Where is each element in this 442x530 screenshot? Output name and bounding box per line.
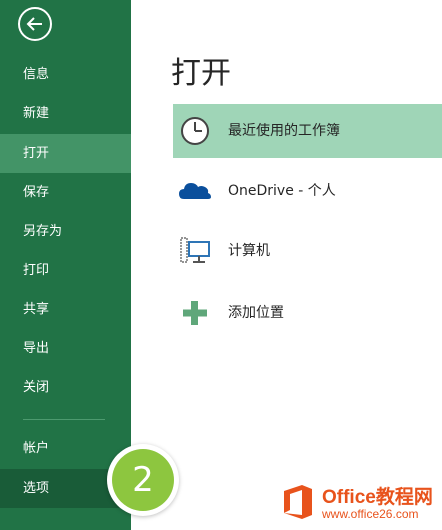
nav-item-open[interactable]: 打开 <box>0 134 131 173</box>
office-logo-icon <box>284 485 312 519</box>
option-computer[interactable]: 计算机 <box>173 224 442 278</box>
watermark: Office教程网 www.office26.com <box>276 478 442 528</box>
clock-icon <box>181 117 209 145</box>
nav-item-save-as[interactable]: 另存为 <box>0 212 131 251</box>
nav-item-print[interactable]: 打印 <box>0 251 131 290</box>
back-button[interactable] <box>18 7 52 41</box>
step-number-badge: 2 <box>107 444 179 516</box>
sidebar-divider <box>23 419 105 420</box>
page-title: 打开 <box>171 56 231 91</box>
option-label: 最近使用的工作簿 <box>228 123 340 139</box>
option-recent-workbooks[interactable]: 最近使用的工作簿 <box>173 104 442 158</box>
watermark-url: www.office26.com <box>322 507 419 521</box>
option-label: 计算机 <box>228 243 270 259</box>
plus-icon <box>183 301 207 325</box>
nav-item-new[interactable]: 新建 <box>0 94 131 133</box>
nav-item-export[interactable]: 导出 <box>0 329 131 368</box>
cloud-icon <box>179 183 211 199</box>
backstage-sidebar: 信息 新建 打开 保存 另存为 打印 共享 导出 关闭 帐户 选项 <box>0 0 131 530</box>
option-label: 添加位置 <box>228 305 284 321</box>
nav-item-share[interactable]: 共享 <box>0 290 131 329</box>
back-arrow-icon <box>26 17 42 31</box>
option-add-place[interactable]: 添加位置 <box>173 286 442 340</box>
nav-item-info[interactable]: 信息 <box>0 55 131 94</box>
computer-icon <box>180 237 210 263</box>
option-label: OneDrive - 个人 <box>228 183 336 199</box>
option-onedrive[interactable]: OneDrive - 个人 <box>173 164 442 218</box>
watermark-brand: Office教程网 <box>322 487 433 508</box>
step-number: 2 <box>112 449 174 511</box>
nav-item-close[interactable]: 关闭 <box>0 368 131 407</box>
nav-item-save[interactable]: 保存 <box>0 173 131 212</box>
